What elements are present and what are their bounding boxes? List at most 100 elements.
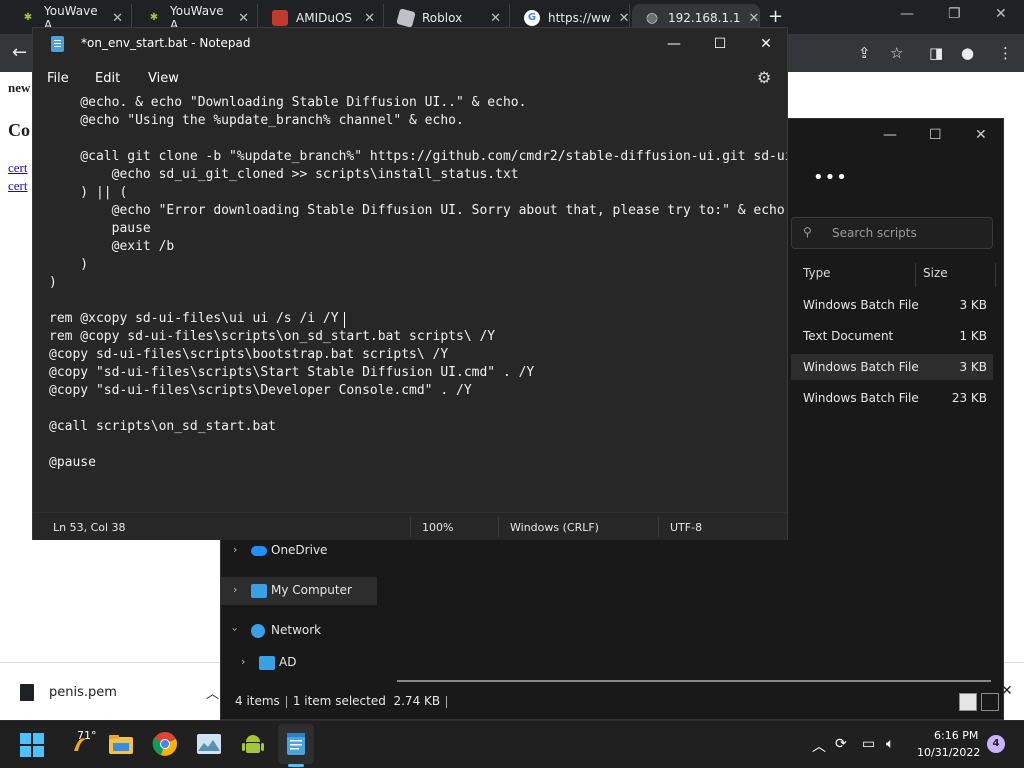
nav-item-ad[interactable]: › AD bbox=[221, 649, 377, 677]
close-icon[interactable]: ✕ bbox=[238, 11, 249, 26]
browser-tab-title: 192.168.1.1 bbox=[668, 11, 741, 25]
restore-icon[interactable]: ❐ bbox=[948, 6, 961, 22]
code-line: @call scripts\on_sd_start.bat bbox=[49, 419, 276, 434]
android-icon[interactable] bbox=[240, 731, 266, 757]
windows-start-icon[interactable] bbox=[20, 731, 46, 757]
clock-date[interactable]: 10/31/2022 bbox=[917, 746, 980, 759]
menu-kebab-icon[interactable]: ⋮ bbox=[998, 44, 1013, 62]
profile-icon[interactable]: ● bbox=[961, 44, 974, 62]
close-icon[interactable]: ✕ bbox=[995, 6, 1007, 22]
amiduos-icon bbox=[272, 10, 288, 26]
code-line: @exit /b bbox=[49, 239, 175, 254]
menu-file[interactable]: File bbox=[47, 71, 69, 86]
browser-tab-title: AMIDuOS bbox=[296, 11, 353, 25]
notepad-status-bar: Ln 53, Col 38 100% Windows (CRLF) UTF-8 bbox=[33, 512, 787, 540]
sidebar-icon[interactable]: ◨ bbox=[929, 44, 943, 62]
item-count: 4 items bbox=[235, 694, 280, 708]
computer-icon bbox=[259, 656, 275, 670]
chevron-right-icon[interactable]: › bbox=[233, 543, 237, 556]
download-filename[interactable]: penis.pem bbox=[49, 685, 117, 700]
chevron-down-icon[interactable]: › bbox=[229, 627, 242, 631]
chevron-up-icon[interactable]: ︿ bbox=[812, 736, 826, 756]
menu-view[interactable]: View bbox=[148, 71, 179, 86]
file-row[interactable]: Windows Batch File 3 KB bbox=[791, 292, 993, 318]
code-line: @call git clone -b "%update_branch%" htt… bbox=[80, 149, 787, 164]
star-icon[interactable]: ☆ bbox=[890, 44, 903, 62]
page-link[interactable]: cert bbox=[8, 160, 27, 176]
file-size: 3 KB bbox=[959, 298, 987, 312]
close-icon[interactable]: ✕ bbox=[619, 11, 630, 26]
taskbar-active-indicator bbox=[288, 764, 304, 767]
photos-icon[interactable] bbox=[196, 731, 222, 757]
tiles-view-icon[interactable] bbox=[981, 693, 999, 711]
code-line: @copy sd-ui-files\scripts\bootstrap.bat … bbox=[49, 347, 449, 362]
maximize-icon[interactable]: ☐ bbox=[697, 32, 743, 56]
globe-icon: ◍ bbox=[645, 10, 659, 26]
network-icon bbox=[251, 624, 265, 638]
column-divider[interactable] bbox=[915, 263, 916, 287]
code-line: @copy "sd-ui-files\scripts\Start Stable … bbox=[49, 365, 535, 380]
new-tab-icon[interactable]: + bbox=[768, 6, 783, 27]
page-link[interactable]: cert bbox=[8, 178, 27, 194]
notification-badge[interactable]: 4 bbox=[987, 735, 1005, 753]
code-line: ) || ( bbox=[49, 185, 128, 200]
file-size: 1 KB bbox=[959, 329, 987, 343]
minimize-icon[interactable]: — bbox=[883, 127, 897, 143]
search-input[interactable]: Search scripts bbox=[832, 226, 917, 240]
minimize-icon[interactable]: — bbox=[900, 6, 914, 22]
nav-label: Network bbox=[271, 623, 322, 637]
close-icon[interactable]: ✕ bbox=[364, 11, 375, 26]
notepad-taskbar-icon[interactable] bbox=[283, 731, 309, 757]
weather-temperature: 71° bbox=[77, 729, 97, 742]
nav-item-onedrive[interactable]: › OneDrive bbox=[221, 537, 377, 565]
nav-item-network[interactable]: › Network bbox=[221, 617, 377, 645]
chevron-right-icon[interactable]: › bbox=[233, 583, 237, 596]
file-row-selected[interactable]: Windows Batch File 3 KB bbox=[791, 354, 993, 380]
sync-icon[interactable]: ⟳ bbox=[835, 736, 847, 752]
details-view-icon[interactable] bbox=[959, 693, 977, 711]
cursor-position: Ln 53, Col 38 bbox=[53, 521, 126, 534]
file-row[interactable]: Windows Batch File 23 KB bbox=[791, 385, 993, 411]
close-icon[interactable]: ✕ bbox=[112, 11, 123, 26]
minimize-icon[interactable]: — bbox=[651, 32, 697, 56]
file-row[interactable]: Text Document 1 KB bbox=[791, 323, 993, 349]
text-editor[interactable]: @echo. & echo "Downloading Stable Diffus… bbox=[33, 94, 787, 512]
column-header-type[interactable]: Type bbox=[803, 266, 831, 280]
nav-label: OneDrive bbox=[271, 543, 328, 557]
chevron-right-icon[interactable]: › bbox=[241, 655, 245, 668]
close-icon[interactable]: ✕ bbox=[749, 11, 760, 26]
file-type: Windows Batch File bbox=[803, 391, 919, 405]
nav-item-my-computer[interactable]: › My Computer bbox=[221, 577, 377, 605]
google-icon: G bbox=[524, 10, 540, 26]
close-icon[interactable]: ✕ bbox=[975, 127, 987, 143]
file-explorer-icon[interactable] bbox=[108, 731, 134, 757]
close-icon[interactable]: ✕ bbox=[743, 32, 789, 56]
nav-label: My Computer bbox=[271, 583, 352, 597]
chevron-up-icon[interactable]: ︿ bbox=[206, 683, 219, 702]
encoding: UTF-8 bbox=[670, 521, 703, 534]
nav-label: AD bbox=[279, 655, 297, 669]
volume-icon[interactable]: 🔈︎ bbox=[886, 736, 894, 752]
menu-edit[interactable]: Edit bbox=[95, 71, 120, 86]
notepad-icon bbox=[51, 36, 64, 52]
chrome-icon[interactable] bbox=[152, 731, 178, 757]
horizontal-scrollbar[interactable] bbox=[397, 680, 991, 682]
gear-icon[interactable]: ⚙ bbox=[757, 68, 771, 87]
line-ending: Windows (CRLF) bbox=[510, 521, 599, 534]
clock-time[interactable]: 6:16 PM bbox=[934, 729, 978, 742]
column-divider[interactable] bbox=[995, 263, 996, 287]
selection-count: 1 item selected bbox=[292, 694, 386, 708]
search-box[interactable]: ⚲ Search scripts bbox=[791, 217, 993, 249]
window-title: *on_env_start.bat - Notepad bbox=[81, 36, 251, 50]
close-icon[interactable]: ✕ bbox=[490, 11, 501, 26]
back-arrow-icon[interactable]: ← bbox=[12, 42, 27, 63]
notepad-title-bar[interactable]: *on_env_start.bat - Notepad — ☐ ✕ bbox=[33, 28, 787, 60]
share-icon[interactable]: ⇪ bbox=[858, 44, 871, 62]
browser-tab-title: https://ww bbox=[548, 11, 611, 25]
page-heading: Co bbox=[8, 120, 30, 140]
column-header-size[interactable]: Size bbox=[923, 266, 948, 280]
display-icon[interactable]: ▭ bbox=[862, 736, 875, 752]
maximize-icon[interactable]: ☐ bbox=[929, 127, 942, 143]
browser-tab-title: Roblox bbox=[422, 11, 463, 25]
more-options-icon[interactable]: ••• bbox=[813, 167, 848, 188]
